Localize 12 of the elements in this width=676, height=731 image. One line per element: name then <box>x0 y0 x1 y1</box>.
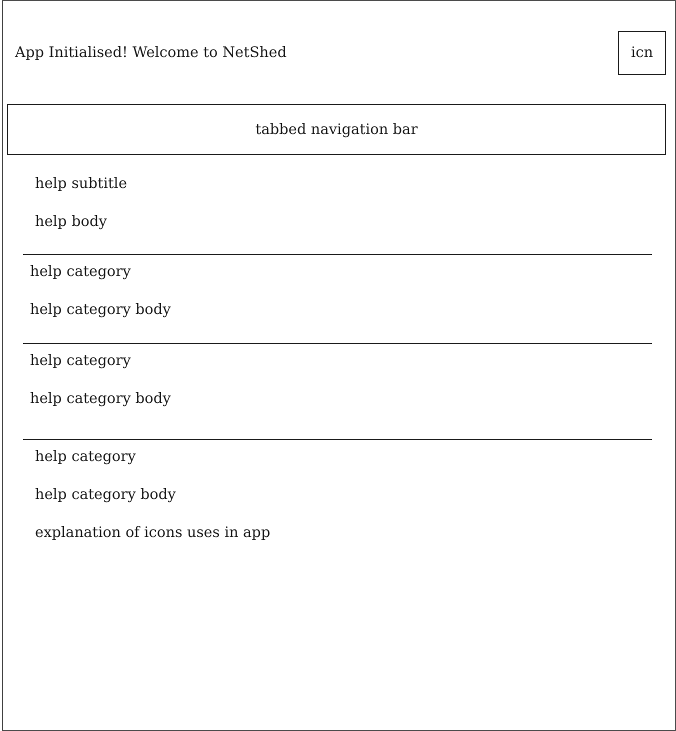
help-category-body: help category body <box>30 301 171 320</box>
welcome-title: App Initialised! Welcome to NetShed <box>15 44 287 63</box>
help-body: help body <box>35 213 107 232</box>
help-subtitle: help subtitle <box>35 175 128 194</box>
icon-placeholder[interactable]: icn <box>618 31 666 75</box>
tabbed-navigation-bar[interactable]: tabbed navigation bar <box>7 104 666 155</box>
icons-explanation: explanation of icons uses in app <box>35 524 270 543</box>
help-category-title: help category <box>30 352 131 371</box>
help-category-title: help category <box>30 263 131 282</box>
help-category-title: help category <box>35 448 136 467</box>
help-category-body: help category body <box>35 486 176 505</box>
help-category-body: help category body <box>30 390 171 409</box>
